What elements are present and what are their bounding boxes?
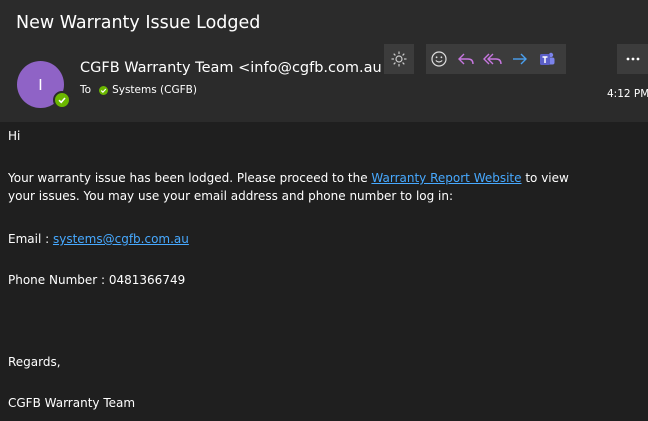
phone-line: Phone Number : 0481366749 bbox=[8, 271, 185, 289]
teams-icon[interactable] bbox=[533, 44, 560, 74]
received-time: 4:12 PM bbox=[607, 88, 648, 100]
reply-icon[interactable] bbox=[452, 44, 479, 74]
sun-icon[interactable] bbox=[384, 44, 414, 74]
recipient-presence-icon bbox=[99, 85, 109, 95]
phone-label: Phone Number : bbox=[8, 273, 109, 287]
regards: Regards, bbox=[8, 355, 61, 369]
warranty-report-link[interactable]: Warranty Report Website bbox=[371, 171, 521, 185]
recipient-line: To Systems (CGFB) bbox=[80, 84, 197, 96]
email-header: New Warranty Issue Lodged I CGFB Warrant… bbox=[0, 0, 648, 122]
forward-icon[interactable] bbox=[506, 44, 533, 74]
email-subject: New Warranty Issue Lodged bbox=[16, 13, 261, 33]
to-label: To bbox=[80, 84, 92, 96]
signature: CGFB Warranty Team bbox=[8, 396, 136, 410]
body-line-2: your issues. You may use your email addr… bbox=[8, 189, 454, 203]
body-line-1-tail: to view bbox=[521, 171, 569, 185]
recipient-name[interactable]: Systems (CGFB) bbox=[112, 84, 197, 96]
more-icon[interactable] bbox=[617, 44, 648, 74]
email-line: Email : systems@cgfb.com.au bbox=[8, 230, 189, 248]
email-address-link[interactable]: systems@cgfb.com.au bbox=[53, 232, 189, 246]
reply-all-icon[interactable] bbox=[479, 44, 506, 74]
message-actions-toolbar bbox=[426, 44, 566, 74]
email-label: Email : bbox=[8, 232, 53, 246]
greeting: Hi bbox=[8, 129, 21, 143]
body-line-1: Your warranty issue has been lodged. Ple… bbox=[8, 169, 569, 187]
presence-available-icon bbox=[53, 91, 71, 109]
phone-number: 0481366749 bbox=[108, 273, 186, 287]
sender-name[interactable]: CGFB Warranty Team <info@cgfb.com.au> bbox=[80, 60, 382, 76]
body-line-1-text: Your warranty issue has been lodged. Ple… bbox=[8, 171, 372, 185]
email-body: Hi Your warranty issue has been lodged. … bbox=[0, 122, 648, 421]
avatar-initial: I bbox=[38, 75, 43, 94]
emoji-icon[interactable] bbox=[426, 44, 452, 74]
